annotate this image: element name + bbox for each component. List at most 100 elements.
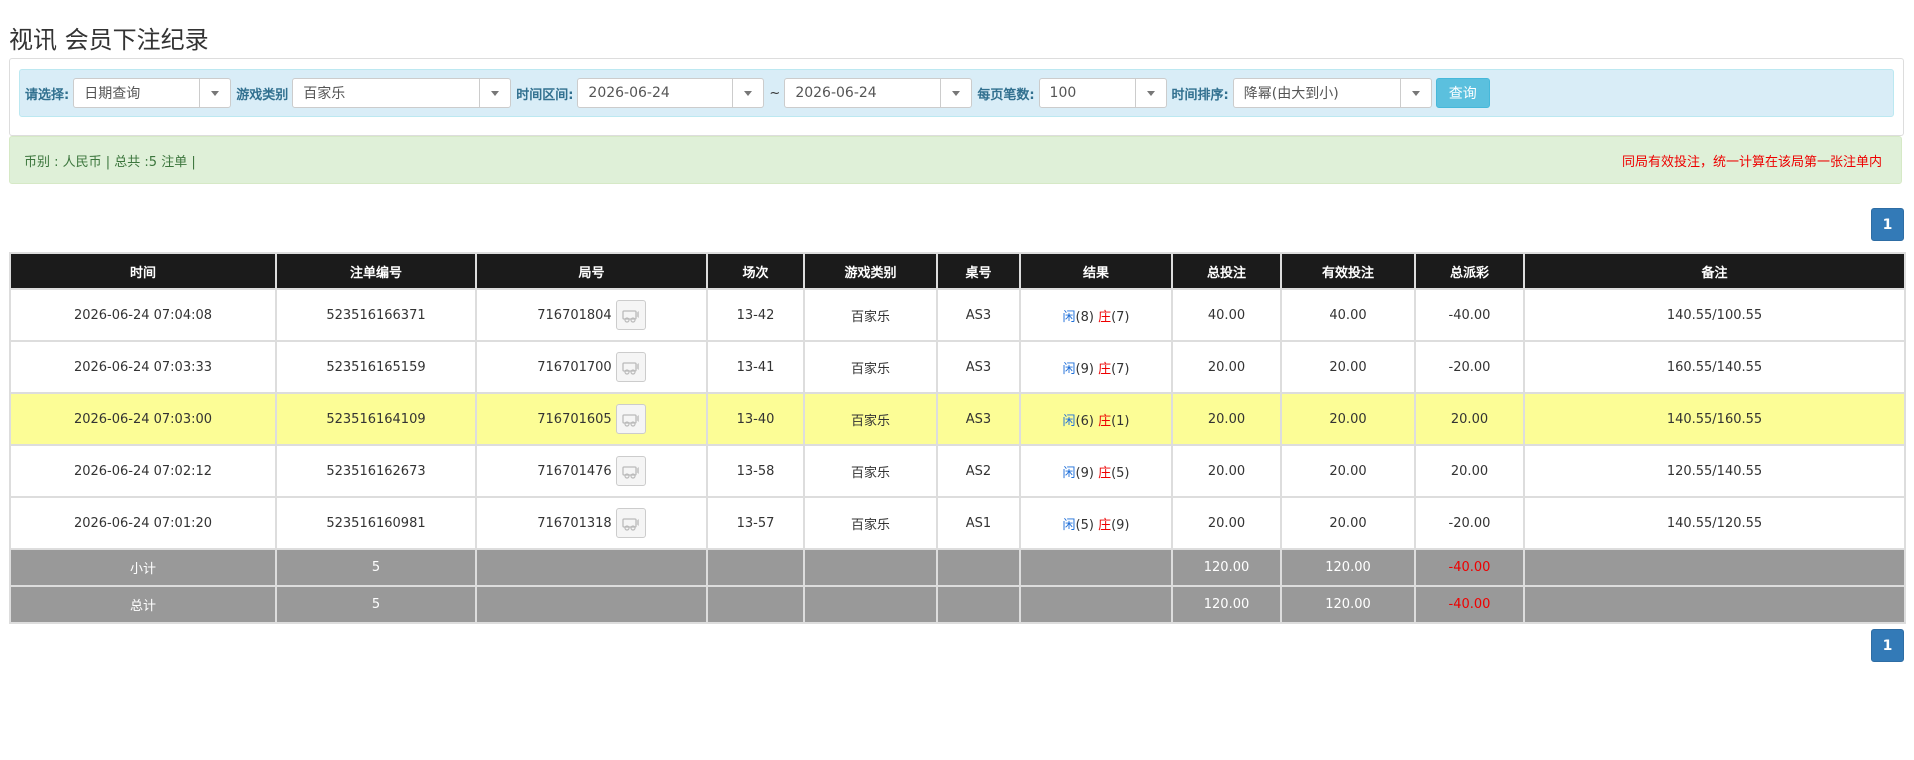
table-number: AS3 — [936, 392, 1021, 446]
sort-order-select[interactable]: 降幂(由大到小) — [1232, 78, 1432, 108]
table-row: 2026-06-24 07:02:12 523516162673 716701476… — [9, 444, 1906, 498]
result: 闲(8) 庄(7) — [1019, 288, 1173, 342]
player-points: (9) — [1075, 465, 1094, 481]
banker-points: (7) — [1111, 309, 1130, 325]
game-type-value: 百家乐 — [303, 86, 346, 102]
banker-label: 庄 — [1098, 413, 1112, 429]
round-replay-icon[interactable] — [615, 300, 646, 330]
session-number: 13-40 — [706, 392, 805, 446]
payout: 20.00 — [1414, 392, 1525, 446]
banker-label: 庄 — [1098, 517, 1112, 533]
payout: -40.00 — [1414, 288, 1525, 342]
player-points: (5) — [1075, 517, 1094, 533]
valid-bet: 40.00 — [1280, 288, 1416, 342]
column-header: 总投注 — [1171, 252, 1282, 290]
table-number: AS3 — [936, 340, 1021, 394]
payout: 20.00 — [1414, 444, 1525, 498]
per-page-label: 每页笔数: — [977, 87, 1035, 103]
round-number: 716701700 — [537, 359, 612, 375]
sort-label: 时间排序: — [1171, 87, 1229, 103]
pagination-page-1-top[interactable]: 1 — [1871, 208, 1904, 241]
column-header: 游戏类别 — [803, 252, 938, 290]
round-number-cell: 716701605 — [475, 392, 708, 446]
chevron-down-icon[interactable] — [732, 79, 763, 107]
round-number: 716701804 — [537, 307, 612, 323]
round-replay-icon[interactable] — [615, 404, 646, 434]
note: 140.55/120.55 — [1523, 496, 1906, 550]
session-number: 13-42 — [706, 288, 805, 342]
game-type: 百家乐 — [803, 444, 938, 498]
session-number: 13-57 — [706, 496, 805, 550]
table-row: 2026-06-24 07:04:08 523516166371 716701804… — [9, 288, 1906, 342]
game-type: 百家乐 — [803, 288, 938, 342]
grandtotal-payout: -40.00 — [1414, 585, 1525, 624]
bet-time: 2026-06-24 07:03:00 — [9, 392, 277, 446]
per-page-select[interactable]: 100 — [1038, 78, 1167, 108]
column-header: 总派彩 — [1414, 252, 1525, 290]
date-from-select[interactable]: 2026-06-24 — [577, 78, 765, 108]
player-label: 闲 — [1062, 309, 1076, 325]
player-points: (8) — [1075, 309, 1094, 325]
info-bar: 币别 : 人民币 | 总共 :5 注单 | 同局有效投注，统一计算在该局第一张注… — [9, 136, 1902, 184]
round-replay-icon[interactable] — [615, 456, 646, 486]
note: 120.55/140.55 — [1523, 444, 1906, 498]
player-label: 闲 — [1062, 517, 1076, 533]
query-button[interactable]: 查询 — [1435, 78, 1490, 108]
query-type-select[interactable]: 日期查询 — [73, 78, 232, 108]
table-row: 2026-06-24 07:03:00 523516164109 716701605… — [9, 392, 1906, 446]
player-label: 闲 — [1062, 413, 1076, 429]
page: 视讯 会员下注纪录 请选择: 日期查询 游戏类别 百家乐 时间区间: 2026-… — [0, 0, 1914, 760]
pagination-page-1-bottom[interactable]: 1 — [1871, 629, 1904, 662]
subtotal-payout: -40.00 — [1414, 548, 1525, 587]
bet-number: 523516162673 — [275, 444, 477, 498]
grandtotal-total-bet: 120.00 — [1171, 585, 1282, 624]
game-type: 百家乐 — [803, 496, 938, 550]
session-number: 13-41 — [706, 340, 805, 394]
filter-bar: 请选择: 日期查询 游戏类别 百家乐 时间区间: 2026-06-24 ~ 20… — [19, 69, 1894, 117]
banker-points: (7) — [1111, 361, 1130, 377]
round-number: 716701476 — [537, 463, 612, 479]
table-body: 2026-06-24 07:04:08 523516166371 716701804… — [9, 288, 1906, 624]
column-header: 备注 — [1523, 252, 1906, 290]
game-type: 百家乐 — [803, 340, 938, 394]
column-header: 场次 — [706, 252, 805, 290]
result: 闲(5) 庄(9) — [1019, 496, 1173, 550]
bet-time: 2026-06-24 07:02:12 — [9, 444, 277, 498]
note: 160.55/140.55 — [1523, 340, 1906, 394]
bet-records-table: 时间 注单编号 局号 场次 游戏类别 桌号 结果 总投注 有效投注 总派彩 备注… — [9, 252, 1906, 624]
total-bet: 20.00 — [1171, 444, 1282, 498]
game-type-select[interactable]: 百家乐 — [292, 78, 512, 108]
table-number: AS3 — [936, 288, 1021, 342]
bet-number: 523516166371 — [275, 288, 477, 342]
table-row: 2026-06-24 07:03:33 523516165159 716701700… — [9, 340, 1906, 394]
summary-info: 币别 : 人民币 | 总共 :5 注单 | — [24, 154, 196, 170]
grandtotal-valid-bet: 120.00 — [1280, 585, 1416, 624]
round-number-cell: 716701804 — [475, 288, 708, 342]
banker-points: (1) — [1111, 413, 1130, 429]
round-replay-icon[interactable] — [615, 508, 646, 538]
bet-number: 523516164109 — [275, 392, 477, 446]
sort-order-value: 降幂(由大到小) — [1243, 86, 1339, 102]
table-number: AS2 — [936, 444, 1021, 498]
banker-label: 庄 — [1098, 309, 1112, 325]
subtotal-valid-bet: 120.00 — [1280, 548, 1416, 587]
chevron-down-icon[interactable] — [1399, 79, 1431, 107]
round-number-cell: 716701476 — [475, 444, 708, 498]
page-title: 视讯 会员下注纪录 — [9, 26, 209, 54]
date-to-select[interactable]: 2026-06-24 — [784, 78, 973, 108]
column-header: 注单编号 — [275, 252, 477, 290]
grandtotal-label: 总计 — [9, 585, 277, 624]
chevron-down-icon[interactable] — [940, 79, 971, 107]
total-bet: 20.00 — [1171, 340, 1282, 394]
chevron-down-icon[interactable] — [479, 79, 510, 107]
note: 140.55/100.55 — [1523, 288, 1906, 342]
subtotal-label: 小计 — [9, 548, 277, 587]
round-replay-icon[interactable] — [615, 352, 646, 382]
player-label: 闲 — [1062, 361, 1076, 377]
round-number: 716701318 — [537, 515, 612, 531]
query-type-value: 日期查询 — [84, 86, 141, 102]
chevron-down-icon[interactable] — [1134, 79, 1166, 107]
round-number: 716701605 — [537, 411, 612, 427]
payout: -20.00 — [1414, 496, 1525, 550]
chevron-down-icon[interactable] — [199, 79, 230, 107]
